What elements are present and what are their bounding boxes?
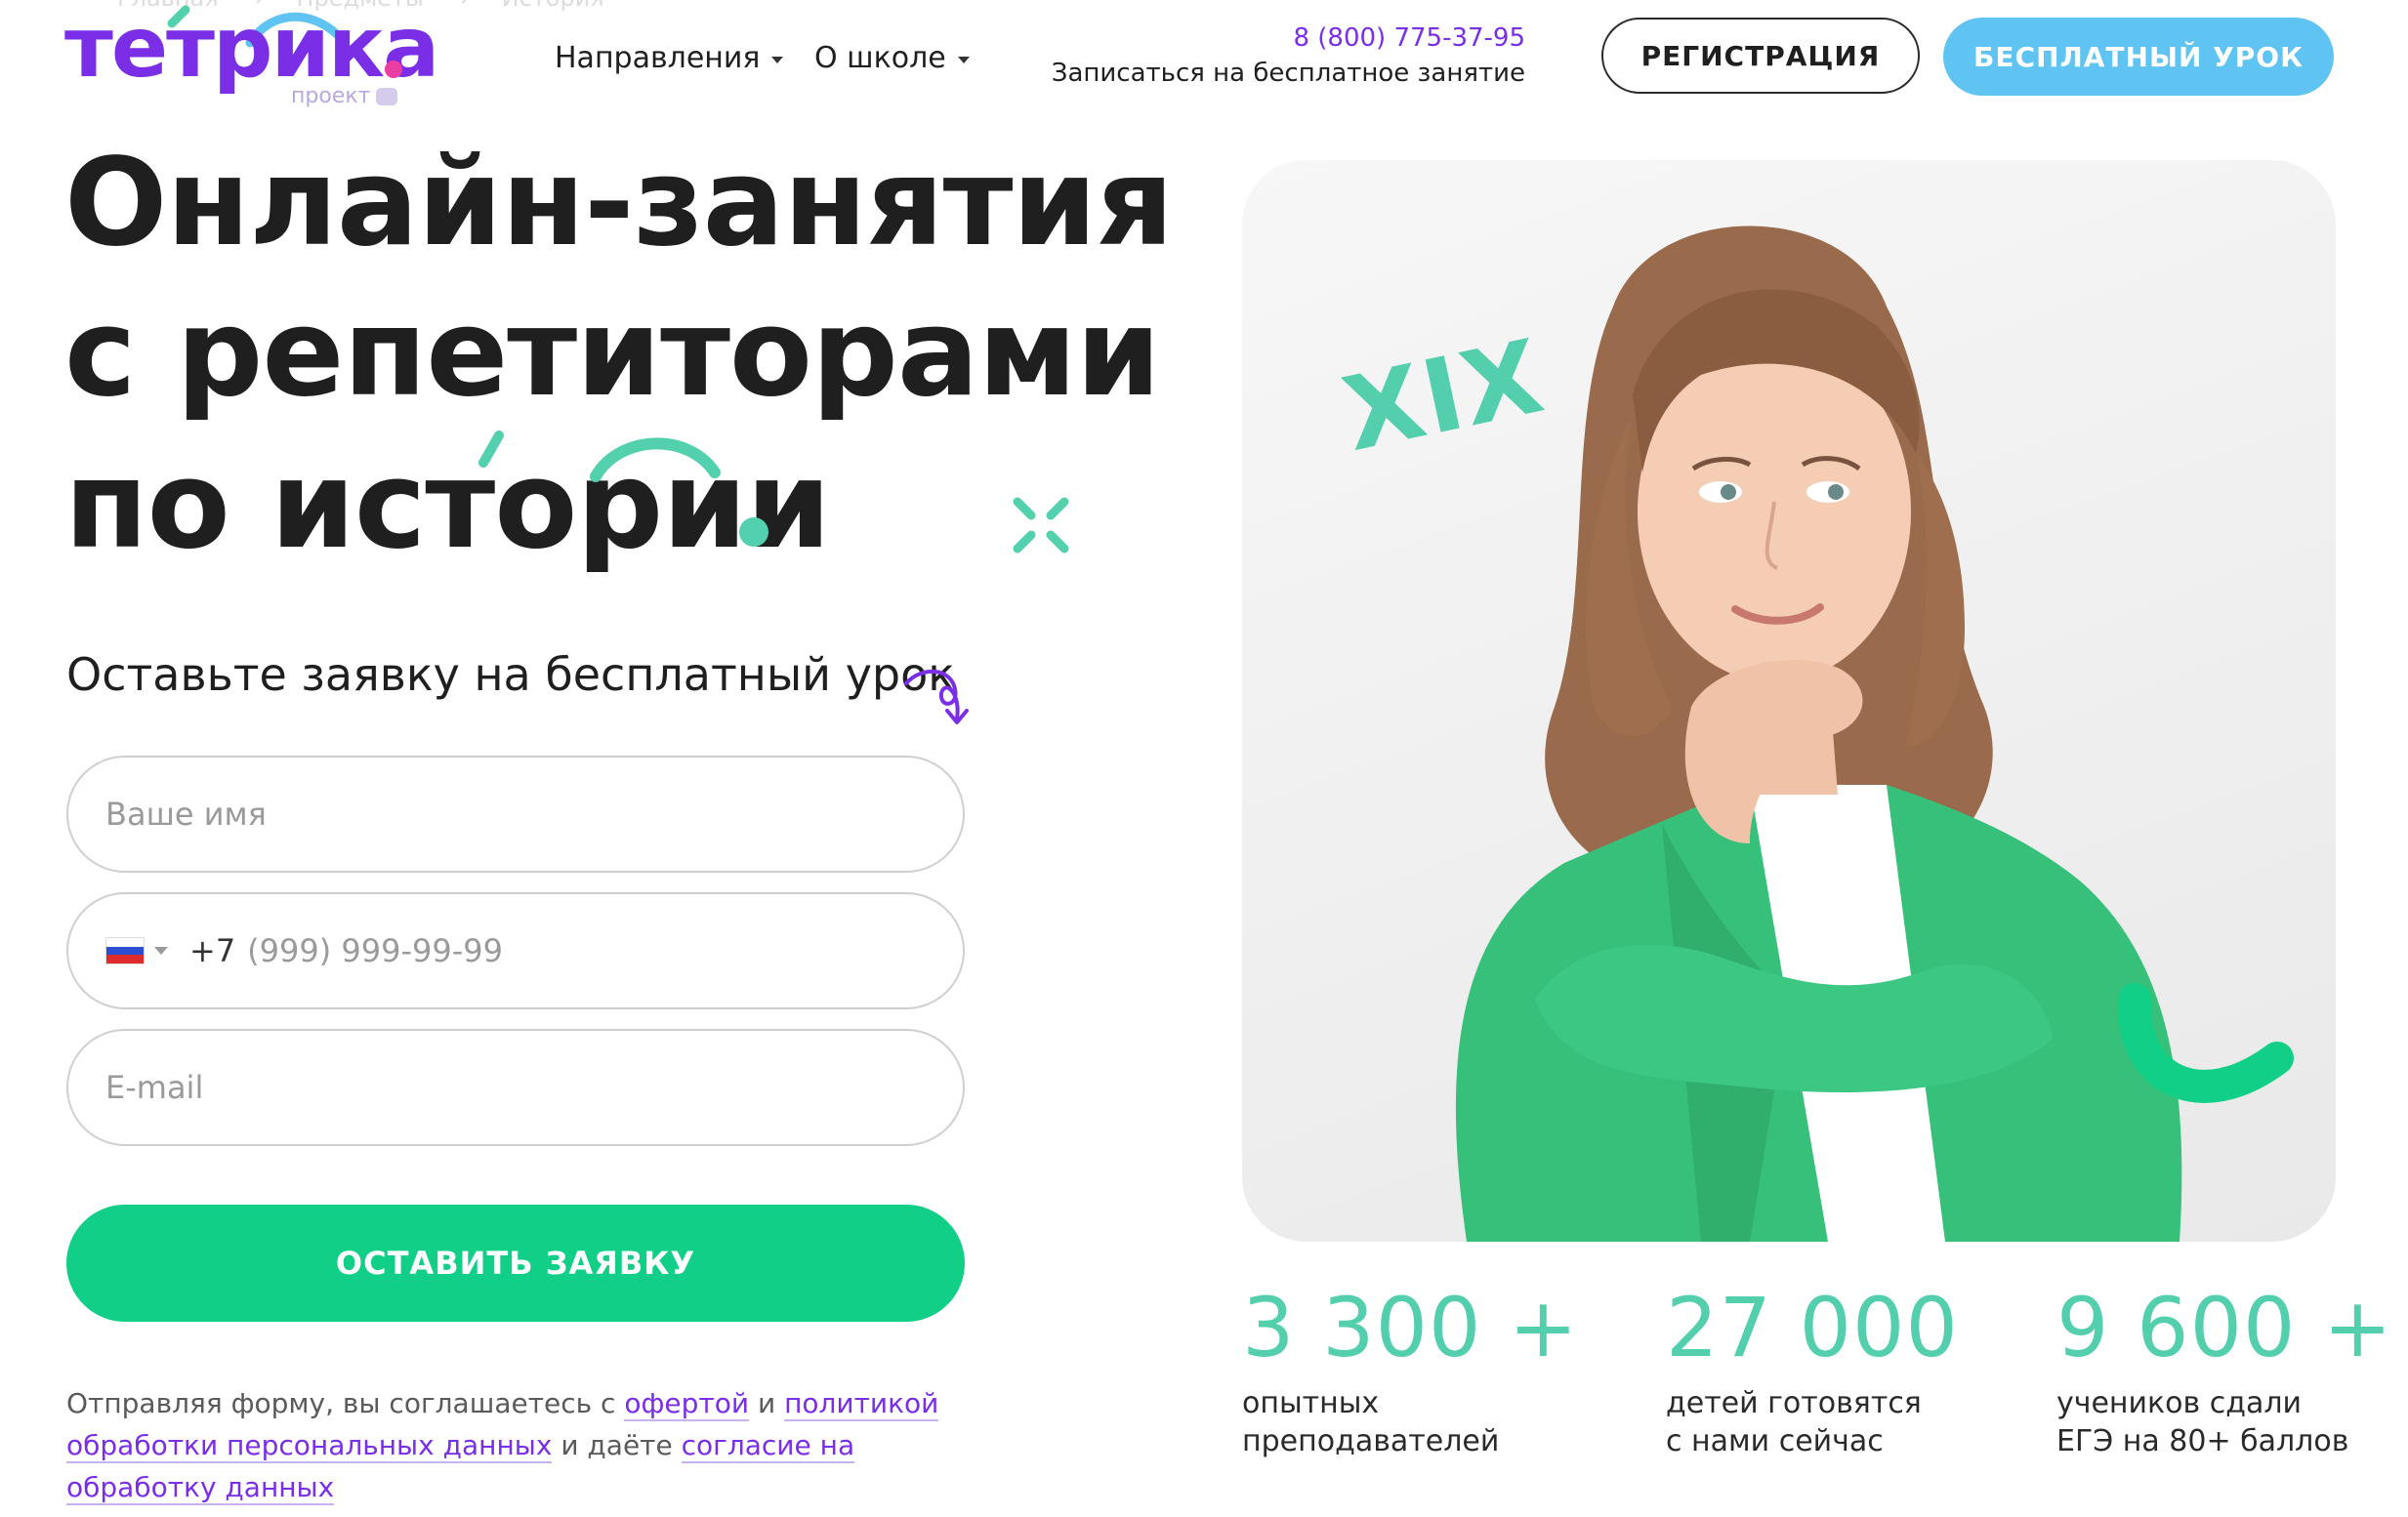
offer-link[interactable]: офертой: [624, 1387, 750, 1421]
stat-exam-value: 9 600 +: [2056, 1280, 2393, 1375]
logo-wordmark: тетрика: [64, 0, 439, 97]
register-button[interactable]: РЕГИСТРАЦИЯ: [1601, 18, 1920, 94]
phone-country-code: +7: [189, 932, 236, 969]
hero-photo: XIX: [1242, 160, 2336, 1242]
form-title: Оставьте заявку на бесплатный урок: [66, 648, 956, 701]
stat-teachers-value: 3 300 +: [1242, 1280, 1579, 1375]
phone-link[interactable]: 8 (800) 775-37-95: [1293, 23, 1525, 53]
stat-exam-label: учеников сдали ЕГЭ на 80+ баллов: [2056, 1386, 2349, 1458]
vk-icon: [376, 87, 398, 105]
hook-decoration-icon: [2117, 983, 2294, 1103]
hero-title-line-2: с репетиторами: [64, 283, 1161, 424]
accent-mark-icon: [478, 430, 504, 468]
hero-title-line-1: Онлайн-занятия: [64, 133, 1174, 273]
chevron-down-icon: [957, 57, 970, 63]
russia-flag-icon[interactable]: [105, 937, 145, 964]
stat-teachers-label: опытных преподавателей: [1242, 1386, 1500, 1458]
stat-students-value: 27 000: [1666, 1280, 1959, 1375]
phone-caption[interactable]: Записаться на бесплатное занятие: [1052, 59, 1525, 88]
legal-text: Отправляя форму, вы соглашаетесь с оферт…: [66, 1387, 939, 1505]
cross-decoration-icon: [1013, 497, 1069, 554]
title-dot: [739, 517, 768, 547]
chevron-down-icon[interactable]: [154, 947, 168, 955]
arc-decoration-icon: [590, 437, 721, 482]
name-input[interactable]: Ваше имя: [66, 756, 965, 873]
nav-about[interactable]: О школе: [814, 41, 970, 75]
phone-placeholder: (999) 999-99-99: [247, 932, 503, 969]
logo-subtitle: проект: [291, 84, 398, 108]
breadcrumb-current: История: [502, 0, 604, 12]
email-input[interactable]: E-mail: [66, 1029, 965, 1146]
site-logo[interactable]: тетрика проект: [64, 5, 439, 113]
logo-dot: [385, 61, 402, 78]
free-lesson-button[interactable]: БЕСПЛАТНЫЙ УРОК: [1943, 18, 2334, 96]
chevron-down-icon: [771, 57, 784, 63]
curly-arrow-icon: [904, 669, 969, 724]
stat-students-label: детей готовятся с нами сейчас: [1666, 1386, 1922, 1458]
nav-directions[interactable]: Направления: [555, 41, 784, 75]
submit-button[interactable]: ОСТАВИТЬ ЗАЯВКУ: [66, 1205, 965, 1322]
phone-input[interactable]: +7 (999) 999-99-99: [66, 892, 965, 1009]
